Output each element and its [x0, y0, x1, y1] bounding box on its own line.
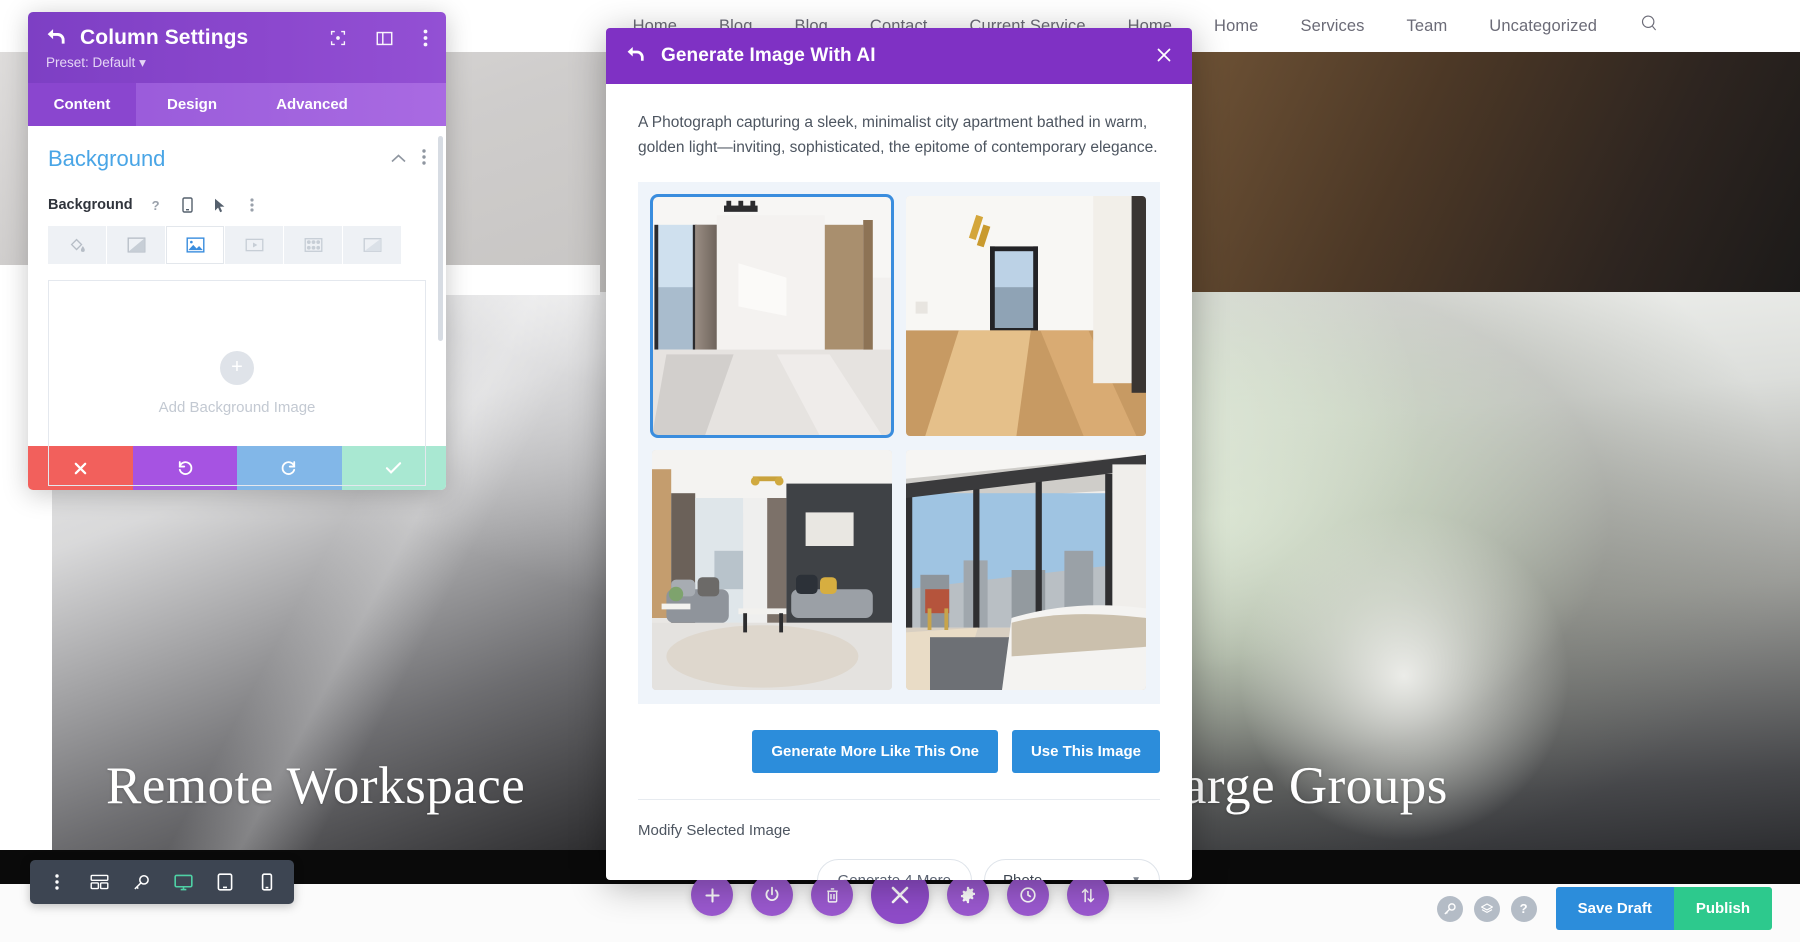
tab-content[interactable]: Content	[28, 83, 136, 126]
preset-selector[interactable]: Preset: Default ▾	[46, 55, 428, 71]
close-x-icon[interactable]	[1156, 45, 1172, 67]
generate-image-ai-modal: Generate Image With AI A Photograph capt…	[606, 28, 1192, 880]
chevron-up-icon[interactable]	[391, 150, 406, 168]
save-draft-button[interactable]: Save Draft	[1555, 887, 1674, 930]
chevron-down-icon: ▼	[1131, 875, 1141, 880]
clock-icon[interactable]	[1007, 874, 1049, 916]
toggle-builder-button[interactable]	[751, 874, 793, 916]
add-section-button[interactable]	[691, 874, 733, 916]
search-icon[interactable]	[1639, 13, 1660, 40]
more-vertical-icon[interactable]	[423, 29, 428, 47]
more-vertical-icon[interactable]	[422, 148, 426, 170]
background-type-tabs	[48, 226, 426, 264]
section-title-background[interactable]: Background	[48, 146, 165, 172]
nav-item-7[interactable]: Services	[1300, 17, 1364, 36]
builder-left-toolbar	[30, 860, 294, 904]
magnifier-key-icon[interactable]	[1436, 895, 1463, 922]
publish-button-group: Save Draft Publish	[1555, 887, 1772, 930]
desktop-icon[interactable]	[162, 860, 204, 904]
style-select-value: Photo	[1003, 872, 1042, 880]
ai-result-thumb-3[interactable]	[906, 450, 1146, 691]
nav-item-6[interactable]: Home	[1214, 17, 1258, 36]
bg-tab-image[interactable]	[166, 226, 224, 264]
layers-icon[interactable]	[1473, 895, 1500, 922]
tab-design[interactable]: Design	[136, 83, 248, 126]
plus-icon: +	[220, 350, 254, 385]
builder-right-toolbar: ? Save Draft Publish	[1436, 887, 1800, 930]
column-settings-panel: Column Settings Preset: Default ▾ Conten…	[28, 12, 446, 490]
generate-4-more-button[interactable]: Generate 4 More	[816, 859, 972, 880]
cursor-pointer-icon[interactable]	[211, 196, 229, 214]
ai-modal-title: Generate Image With AI	[661, 45, 876, 66]
bg-tab-mask[interactable]	[343, 226, 401, 264]
hero-title-left: Remote Workspace	[106, 757, 526, 815]
bg-tab-gradient[interactable]	[107, 226, 165, 264]
ai-result-thumb-1[interactable]	[906, 196, 1146, 437]
nav-item-9[interactable]: Uncategorized	[1489, 17, 1597, 36]
ai-action-buttons: Generate More Like This One Use This Ima…	[638, 730, 1160, 774]
back-arrow-icon[interactable]	[626, 46, 645, 67]
column-settings-header: Column Settings Preset: Default ▾	[28, 12, 446, 83]
modal-divider	[638, 799, 1160, 801]
delete-button[interactable]	[811, 874, 853, 916]
tab-advanced[interactable]: Advanced	[248, 83, 376, 126]
settings-scrollbar[interactable]	[438, 136, 443, 341]
ai-result-thumb-0[interactable]	[650, 194, 894, 439]
publish-button[interactable]: Publish	[1673, 887, 1772, 930]
phone-icon[interactable]	[246, 860, 288, 904]
toolbar-menu[interactable]	[36, 860, 78, 904]
layout-columns-icon[interactable]	[376, 31, 393, 46]
dropzone-label: Add Background Image	[158, 398, 316, 416]
bg-tab-pattern[interactable]	[284, 226, 342, 264]
ai-modal-body: A Photograph capturing a sleek, minimali…	[606, 84, 1192, 880]
style-select[interactable]: Photo ▼	[984, 859, 1160, 880]
modify-selected-image-label: Modify Selected Image	[638, 822, 791, 840]
bg-tab-color[interactable]	[48, 226, 106, 264]
ai-result-thumb-2[interactable]	[652, 450, 892, 691]
ai-modal-header: Generate Image With AI	[606, 28, 1192, 84]
use-this-image-button[interactable]: Use This Image	[1011, 730, 1160, 774]
more-vertical-icon[interactable]	[243, 196, 261, 214]
ai-modify-controls: Generate 4 More Photo ▼	[638, 859, 1160, 880]
wireframe-icon[interactable]	[78, 860, 120, 904]
fullscreen-icon[interactable]	[330, 30, 346, 46]
hero-title-right: Large Groups	[1150, 757, 1448, 815]
question-mark-icon[interactable]: ?	[147, 196, 165, 214]
ai-prompt-text: A Photograph capturing a sleek, minimali…	[638, 114, 1158, 157]
editor-screen: Remote Workspace Large Groups Home Blog …	[0, 0, 1800, 942]
gear-icon[interactable]	[947, 874, 989, 916]
chevron-down-icon: ▾	[139, 55, 146, 70]
column-settings-body: Background Background ? + Add Background…	[28, 126, 446, 486]
nav-item-8[interactable]: Team	[1407, 17, 1448, 36]
generate-more-like-this-button[interactable]: Generate More Like This One	[752, 730, 998, 774]
tablet-icon[interactable]	[204, 860, 246, 904]
preset-label: Preset: Default	[46, 55, 136, 70]
field-label-background: Background	[48, 197, 133, 213]
bg-tab-video[interactable]	[225, 226, 283, 264]
sort-arrows-icon[interactable]	[1067, 874, 1109, 916]
add-background-image-dropzone[interactable]: + Add Background Image	[48, 280, 426, 486]
ai-results-grid	[638, 182, 1160, 705]
magnifier-key-icon[interactable]	[120, 860, 162, 904]
back-arrow-icon[interactable]	[46, 28, 66, 49]
question-mark-icon[interactable]: ?	[1510, 895, 1537, 922]
page-title: Column Settings	[80, 26, 249, 49]
background-field-row: Background ?	[48, 196, 426, 214]
mobile-device-icon[interactable]	[179, 196, 197, 214]
column-settings-tabs: Content Design Advanced	[28, 83, 446, 126]
